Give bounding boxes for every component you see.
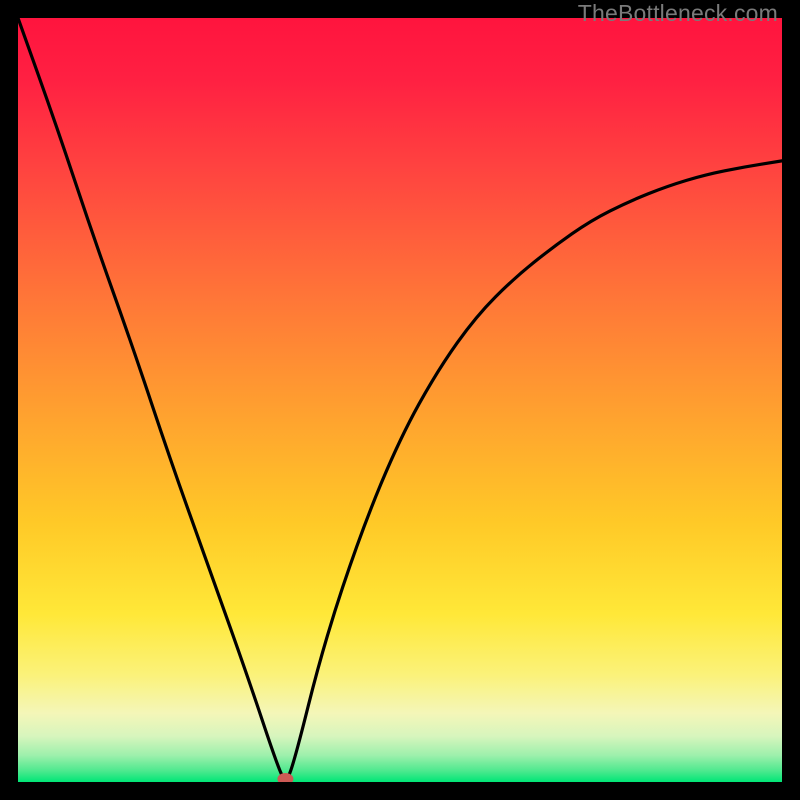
chart-frame [18, 18, 782, 782]
gradient-background [18, 18, 782, 782]
chart-svg [18, 18, 782, 782]
watermark-text: TheBottleneck.com [578, 0, 778, 27]
